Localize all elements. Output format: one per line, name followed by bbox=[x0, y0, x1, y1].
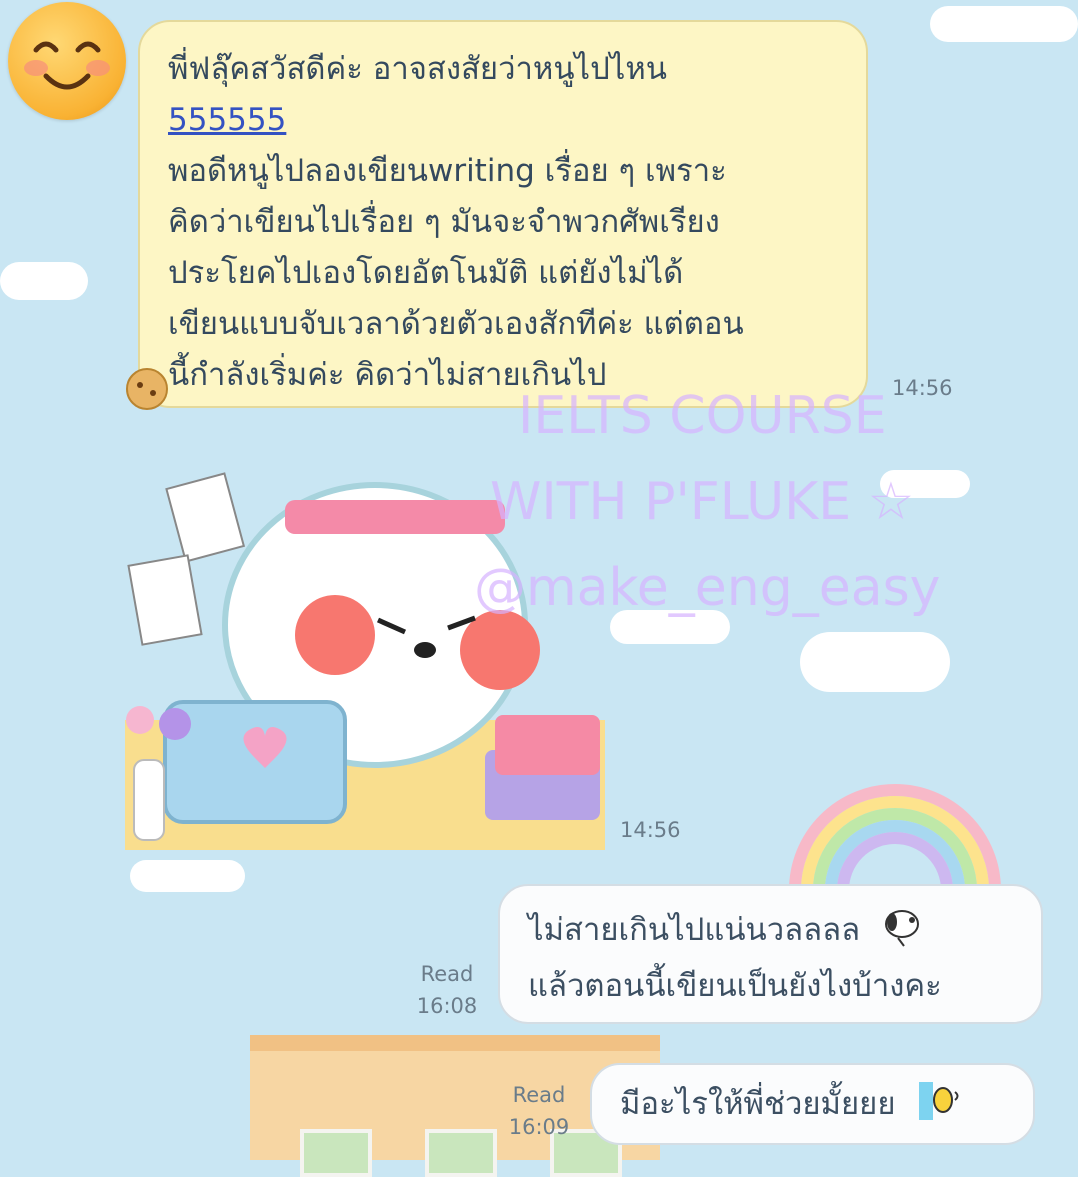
rainbow-decoration bbox=[789, 784, 1001, 890]
background-cloud bbox=[930, 6, 1078, 42]
watermark-line: IELTS COURSE bbox=[518, 386, 887, 446]
peeking-emoji-icon bbox=[919, 1082, 959, 1120]
message-line: เขียนแบบจับเวลาด้วยตัวเองสักทีค่ะ แต่ตอน bbox=[168, 306, 744, 342]
message-timestamp: 14:56 bbox=[892, 376, 953, 400]
cookie-emoji-icon bbox=[126, 368, 168, 410]
incoming-message-bubble[interactable]: พี่ฟลุ๊คสวัสดีค่ะ อาจสงสัยว่าหนูไปไหน 55… bbox=[138, 20, 868, 408]
read-receipt: Read 16:08 bbox=[405, 958, 489, 1022]
background-cloud bbox=[0, 262, 88, 300]
building-window bbox=[300, 1129, 372, 1177]
snoopy-emoji-icon bbox=[884, 910, 919, 947]
message-text: ไม่สายเกินไปแน่นวลลลล bbox=[528, 912, 861, 948]
message-line: ไม่สายเกินไปแน่นวลลลล bbox=[528, 902, 1015, 958]
message-timestamp: 16:08 bbox=[416, 994, 478, 1018]
sticker-timestamp: 14:56 bbox=[620, 818, 681, 842]
background-cloud bbox=[800, 632, 950, 692]
message-line: แล้วตอนนี้เขียนเป็นยังไงบ้างคะ bbox=[528, 968, 942, 1004]
building-window bbox=[425, 1129, 497, 1177]
smiling-face-icon bbox=[24, 41, 110, 90]
message-line: พี่ฟลุ๊คสวัสดีค่ะ อาจสงสัยว่าหนูไปไหน bbox=[168, 51, 667, 87]
message-line: พอดีหนูไปลองเขียนwriting เรื่อย ๆ เพราะ bbox=[168, 153, 727, 189]
read-label: Read bbox=[512, 1083, 566, 1107]
outgoing-message-bubble[interactable]: ไม่สายเกินไปแน่นวลลลล แล้วตอนนี้เขียนเป็… bbox=[498, 884, 1043, 1024]
read-receipt: Read 16:09 bbox=[497, 1079, 581, 1143]
outgoing-message-bubble[interactable]: มีอะไรให้พี่ช่วยมั้ยยย bbox=[590, 1063, 1035, 1145]
message-text: มีอะไรให้พี่ช่วยมั้ยยย bbox=[620, 1086, 896, 1122]
message-line: ประโยคไปเองโดยอัตโนมัติ แต่ยังไม่ได้ bbox=[168, 255, 684, 291]
message-timestamp: 16:09 bbox=[508, 1115, 570, 1139]
watermark-line: WITH P'FLUKE ☆ bbox=[490, 472, 915, 532]
read-label: Read bbox=[420, 962, 474, 986]
message-line: คิดว่าเขียนไปเรื่อย ๆ มันจะจำพวกศัพเรียง bbox=[168, 204, 720, 240]
background-cloud bbox=[130, 860, 245, 892]
smiling-face-avatar-icon[interactable] bbox=[8, 2, 126, 120]
message-link[interactable]: 555555 bbox=[168, 95, 838, 146]
watermark-line: @make_eng_easy bbox=[474, 558, 941, 618]
